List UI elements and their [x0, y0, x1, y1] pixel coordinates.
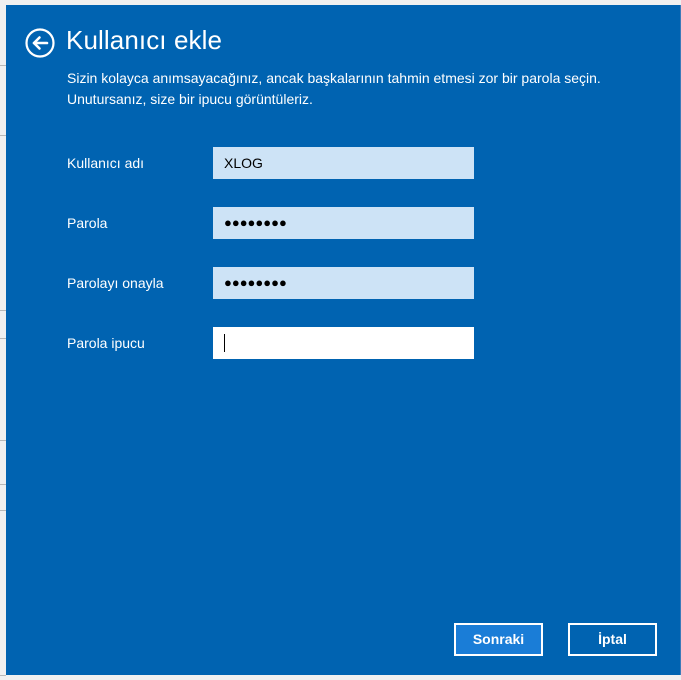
password-hint-row: Parola ipucu — [67, 327, 487, 359]
arrow-left-circle-icon — [25, 28, 55, 58]
dialog-title: Kullanıcı ekle — [66, 25, 223, 55]
username-field[interactable]: XLOG — [213, 147, 474, 179]
cancel-button[interactable]: İptal — [568, 623, 657, 656]
add-user-dialog: Kullanıcı ekle Sizin kolayca anımsayacağ… — [6, 5, 681, 675]
password-field[interactable]: ●●●●●●●● — [213, 207, 474, 239]
confirm-password-label: Parolayı onayla — [67, 275, 164, 291]
edge-divider — [0, 675, 6, 676]
password-label: Parola — [67, 215, 108, 231]
username-row: Kullanıcı adı XLOG — [67, 147, 487, 179]
next-button[interactable]: Sonraki — [454, 623, 543, 656]
password-row: Parola ●●●●●●●● — [67, 207, 487, 239]
password-hint-label: Parola ipucu — [67, 335, 145, 351]
dialog-description: Sizin kolayca anımsayacağınız, ancak baş… — [67, 70, 601, 107]
password-hint-field[interactable] — [213, 327, 474, 359]
confirm-password-row: Parolayı onayla ●●●●●●●● — [67, 267, 487, 299]
back-button[interactable] — [25, 28, 55, 58]
text-caret — [224, 333, 225, 352]
username-label: Kullanıcı adı — [67, 155, 145, 171]
confirm-password-field[interactable]: ●●●●●●●● — [213, 267, 474, 299]
